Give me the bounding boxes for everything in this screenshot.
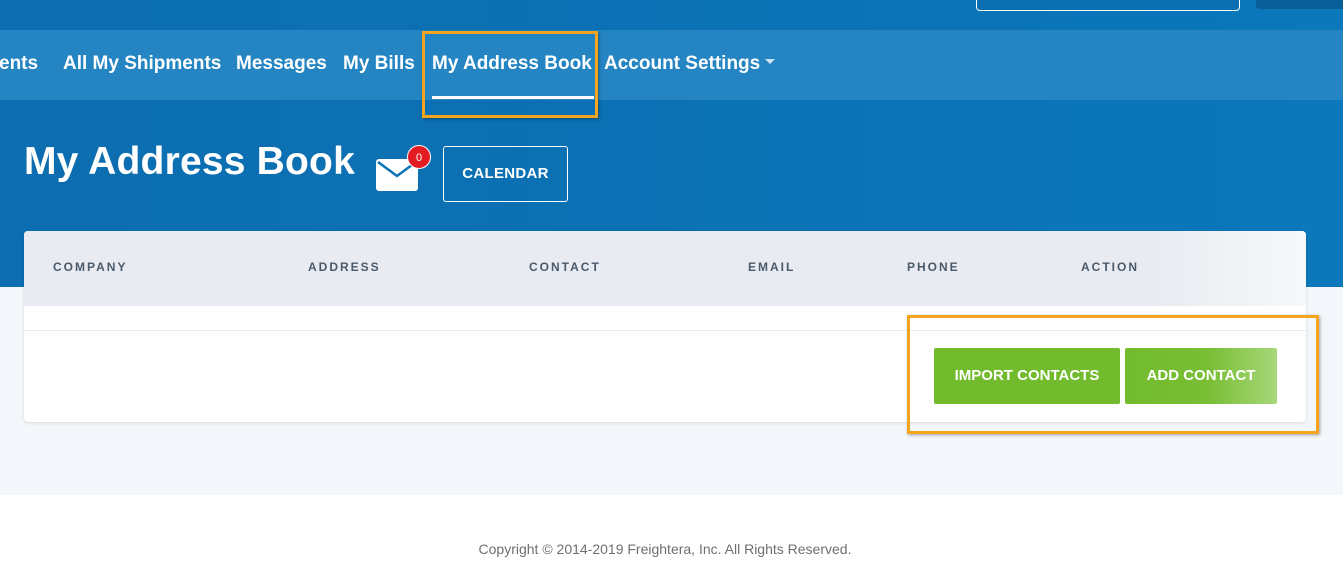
nav-item-account-settings-label: Account Settings xyxy=(604,53,761,74)
calendar-button[interactable]: CALENDAR xyxy=(443,146,568,202)
nav-item-messages[interactable]: Messages xyxy=(236,30,327,100)
table-header: COMPANY ADDRESS CONTACT EMAIL PHONE ACTI… xyxy=(24,231,1306,306)
nav-item-shipments-partial[interactable]: ents xyxy=(0,30,38,100)
top-right-button[interactable] xyxy=(1256,0,1343,9)
main-nav: ents All My Shipments Messages My Bills … xyxy=(0,30,1343,100)
nav-item-account-settings[interactable]: Account Settings xyxy=(604,30,776,100)
column-header-contact: CONTACT xyxy=(529,260,601,274)
column-header-address: ADDRESS xyxy=(308,260,381,274)
column-header-phone: PHONE xyxy=(907,260,960,274)
column-header-action: ACTION xyxy=(1081,260,1139,274)
top-search-input[interactable] xyxy=(976,0,1240,11)
nav-item-my-bills[interactable]: My Bills xyxy=(343,30,415,100)
nav-item-all-my-shipments[interactable]: All My Shipments xyxy=(63,30,221,100)
nav-highlight-box xyxy=(422,31,598,118)
page-title: My Address Book xyxy=(24,140,355,183)
actions-highlight-box xyxy=(907,315,1319,434)
mail-badge: 0 xyxy=(407,145,431,169)
column-header-email: EMAIL xyxy=(748,260,796,274)
column-header-company: COMPANY xyxy=(53,260,128,274)
caret-down-icon xyxy=(765,59,776,65)
footer-copyright: Copyright © 2014-2019 Freightera, Inc. A… xyxy=(478,541,852,557)
